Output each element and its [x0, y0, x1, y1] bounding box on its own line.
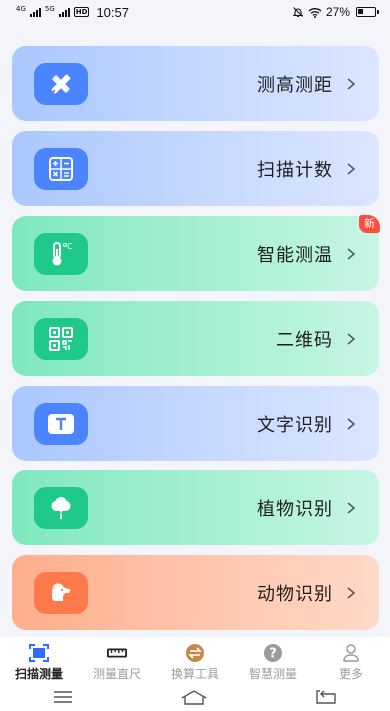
tab-label: 智慧测量: [248, 667, 297, 681]
qr-code-icon: [34, 317, 88, 360]
svg-text:?: ?: [269, 647, 277, 662]
chevron-right-icon: [347, 247, 356, 260]
card-qr-code[interactable]: 二维码: [12, 301, 379, 376]
card-animal-recognition[interactable]: 动物识别: [12, 555, 379, 630]
status-time: 10:57: [96, 4, 129, 20]
card-label: 扫描计数: [257, 159, 333, 181]
status-left: 4G 5G HD 10:57: [16, 5, 129, 20]
question-icon: ?: [263, 643, 283, 663]
user-icon: [341, 643, 361, 663]
scan-icon: [29, 643, 49, 663]
chevron-right-icon: [347, 332, 356, 345]
card-label: 动物识别: [257, 583, 333, 605]
home-icon[interactable]: [180, 689, 208, 705]
tree-icon: [34, 486, 88, 529]
card-scan-count[interactable]: 扫描计数: [12, 131, 379, 206]
menu-icon[interactable]: [53, 690, 73, 704]
battery-icon: [356, 7, 379, 17]
card-label: 测高测距: [257, 74, 333, 96]
thermometer-icon: C: [34, 232, 88, 275]
back-icon[interactable]: [315, 689, 337, 705]
signal-icon: [29, 7, 41, 17]
ruler-icon: [107, 643, 127, 663]
tab-measure-ruler[interactable]: 测量直尺: [78, 637, 156, 683]
tab-label: 更多: [338, 667, 363, 681]
text-icon: [34, 402, 88, 445]
chevron-right-icon: [347, 586, 356, 599]
status-right: 27%: [292, 5, 379, 19]
new-badge: 新: [359, 215, 380, 233]
tab-more[interactable]: 更多: [312, 637, 390, 683]
network-type-1: 4G: [16, 4, 26, 13]
battery-percent: 27%: [325, 5, 350, 19]
card-height-distance[interactable]: 测高测距: [12, 46, 379, 121]
mute-icon: [292, 7, 304, 18]
tab-label: 测量直尺: [92, 667, 141, 681]
chevron-right-icon: [347, 501, 356, 514]
card-label: 文字识别: [257, 414, 333, 436]
tab-scan-measure[interactable]: 扫描测量: [0, 637, 78, 683]
tab-conversion-tools[interactable]: 换算工具: [156, 637, 234, 683]
card-label: 智能测温: [257, 244, 333, 266]
system-nav-bar: [0, 683, 390, 711]
tab-label: 扫描测量: [14, 667, 63, 681]
chevron-right-icon: [347, 162, 356, 175]
ruler-pencil-icon: [34, 62, 88, 105]
tab-smart-measure[interactable]: ? 智慧测量: [234, 637, 312, 683]
dog-icon: [34, 571, 88, 614]
card-label: 植物识别: [257, 498, 333, 520]
svg-text:C: C: [67, 242, 73, 251]
chevron-right-icon: [347, 417, 356, 430]
calculator-icon: [34, 147, 88, 190]
network-type-2: 5G: [44, 4, 55, 13]
tab-label: 换算工具: [170, 667, 219, 681]
card-text-recognition[interactable]: 文字识别: [12, 386, 379, 461]
status-bar: 4G 5G HD 10:57 27%: [0, 0, 390, 24]
card-smart-temperature[interactable]: C 智能测温 新: [12, 215, 380, 291]
convert-icon: [185, 643, 205, 663]
card-label: 二维码: [276, 329, 333, 351]
wifi-icon: [308, 7, 322, 18]
card-plant-recognition[interactable]: 植物识别: [12, 470, 379, 545]
chevron-right-icon: [347, 77, 356, 90]
signal-icon: [58, 7, 70, 17]
hd-voice-icon: HD: [73, 7, 90, 17]
bottom-tab-bar: 扫描测量 测量直尺 换算工具 ? 智慧测量 更多: [0, 637, 390, 683]
